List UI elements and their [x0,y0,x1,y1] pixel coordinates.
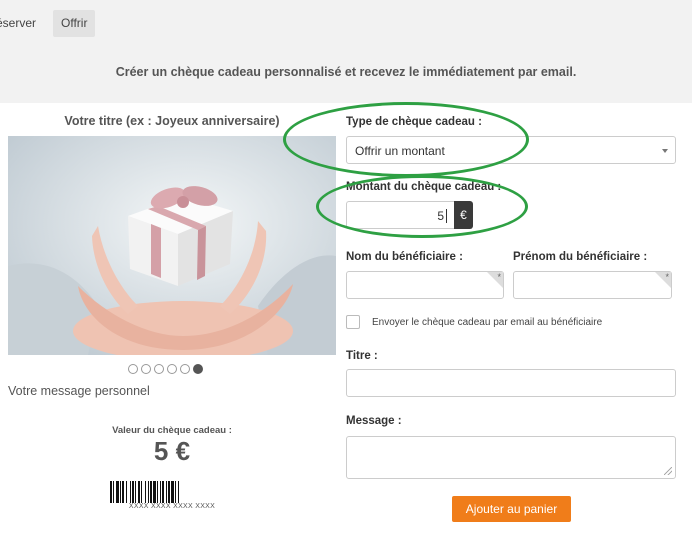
send-email-checkbox[interactable] [346,315,360,329]
lastname-label: Nom du bénéficiaire : [346,251,463,263]
send-email-label[interactable]: Envoyer le chèque cadeau par email au bé… [372,317,602,328]
lastname-input[interactable]: * [346,271,504,299]
voucher-value-label: Valeur du chèque cadeau : [112,425,232,436]
carousel-dot[interactable] [154,364,164,374]
firstname-label: Prénom du bénéficiaire : [513,251,648,263]
gift-photo [8,136,336,355]
tab-reserver[interactable]: éserver [0,10,42,37]
carousel-dot[interactable] [141,364,151,374]
required-asterisk-icon: * [665,272,669,282]
preview-message: Votre message personnel [8,384,150,398]
carousel-dot[interactable] [167,364,177,374]
title-input[interactable] [346,369,676,397]
carousel-dot[interactable] [180,364,190,374]
carousel-dots [128,364,203,374]
tab-offrir[interactable]: Offrir [53,10,96,37]
highlight-ellipse-amount [316,175,528,238]
resize-grip-icon[interactable] [664,467,672,475]
add-to-cart-button[interactable]: Ajouter au panier [452,496,571,522]
highlight-ellipse-type [283,102,529,177]
message-textarea[interactable] [346,436,676,479]
title-label: Titre : [346,350,378,362]
chevron-down-icon [662,149,668,153]
voucher-value-amount: 5 € [153,436,191,466]
top-bar: éserver Offrir Créer un chèque cadeau pe… [0,0,692,103]
page-headline: Créer un chèque cadeau personnalisé et r… [115,65,577,79]
carousel-dot[interactable] [128,364,138,374]
firstname-input[interactable]: * [513,271,672,299]
barcode [110,481,234,503]
barcode-bar [179,481,181,503]
carousel-dot-active[interactable] [193,364,203,374]
message-label: Message : [346,415,402,427]
required-asterisk-icon: * [497,272,501,282]
barcode-number: XXXX XXXX XXXX XXXX [128,503,216,510]
preview-title: Votre titre (ex : Joyeux anniversaire) [64,114,280,128]
